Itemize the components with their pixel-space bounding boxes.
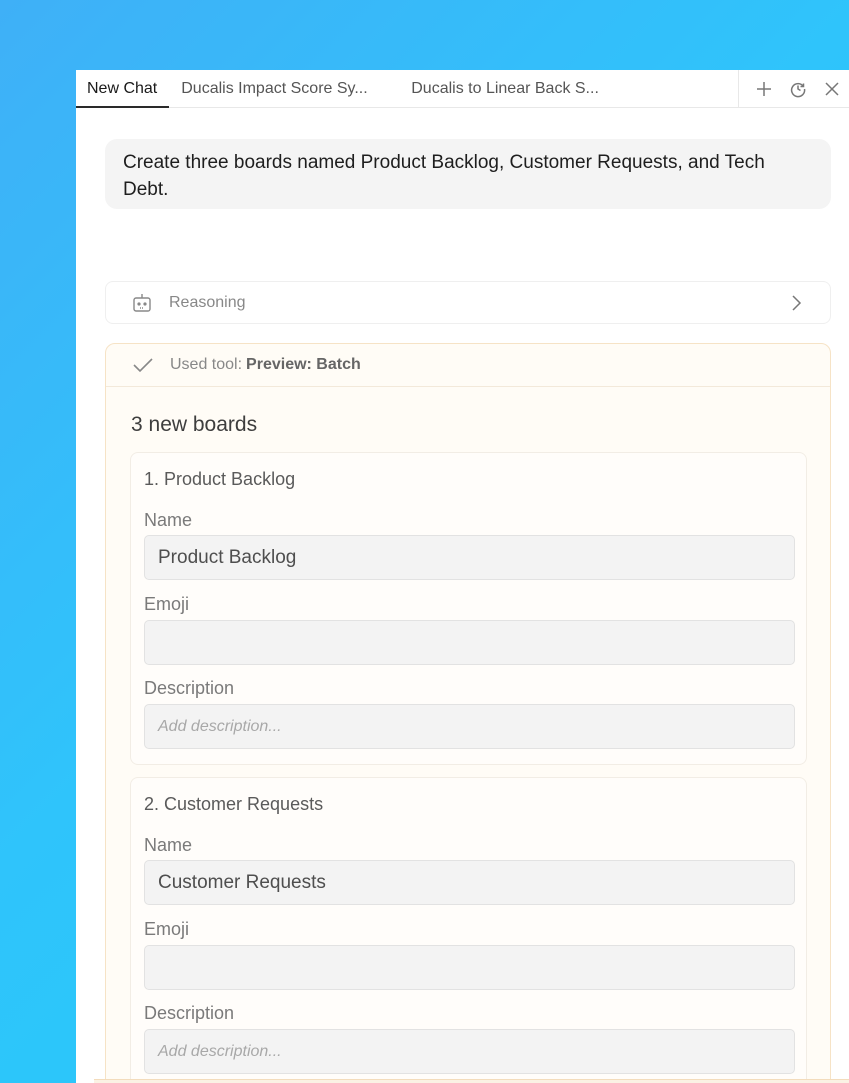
close-icon: [825, 82, 839, 96]
tab-new-chat[interactable]: New Chat: [76, 70, 170, 108]
next-card-edge: [94, 1079, 849, 1083]
name-label: Name: [144, 510, 193, 530]
emoji-field[interactable]: [144, 945, 795, 990]
user-message: Create three boards named Product Backlo…: [105, 139, 831, 209]
tool-prefix: Used tool:: [170, 356, 243, 373]
boards-title: 3 new boards: [131, 413, 258, 436]
close-button[interactable]: [815, 72, 849, 106]
history-icon: [790, 82, 806, 98]
emoji-label: Emoji: [144, 919, 190, 939]
board-card: 2. Customer Requests Name Customer Reque…: [130, 777, 807, 1083]
description-field[interactable]: Add description...: [144, 704, 795, 749]
tab-ducalis-impact-score[interactable]: Ducalis Impact Score Sy...: [169, 70, 399, 107]
tab-label: New Chat: [87, 79, 158, 97]
description-label: Description: [144, 678, 235, 698]
emoji-label: Emoji: [144, 594, 190, 614]
board-heading: 2. Customer Requests: [144, 794, 324, 814]
tool-result-card: Used tool: Preview: Batch 3 new boards 1…: [105, 343, 831, 1083]
new-chat-button[interactable]: [747, 72, 781, 106]
board-heading: 1. Product Backlog: [144, 469, 296, 489]
reasoning-label: Reasoning: [169, 293, 246, 311]
tab-bar: New Chat Ducalis Impact Score Sy... Duca…: [76, 70, 849, 108]
tab-label: Ducalis Impact Score Sy...: [181, 79, 368, 97]
chevron-right-icon: [792, 295, 802, 311]
tool-name: Preview: Batch: [246, 356, 361, 373]
name-label: Name: [144, 835, 193, 855]
check-icon: [133, 358, 153, 373]
reasoning-toggle[interactable]: Reasoning: [105, 281, 831, 324]
tab-ducalis-to-linear[interactable]: Ducalis to Linear Back S...: [399, 70, 614, 107]
tool-header[interactable]: Used tool: Preview: Batch: [106, 344, 830, 387]
tab-label: Ducalis to Linear Back S...: [411, 79, 599, 97]
description-label: Description: [144, 1003, 235, 1023]
name-field[interactable]: Customer Requests: [144, 860, 795, 905]
board-card: 1. Product Backlog Name Product Backlog …: [130, 452, 807, 765]
history-button[interactable]: [781, 72, 815, 106]
plus-icon: [757, 82, 771, 96]
chat-window: New Chat Ducalis Impact Score Sy... Duca…: [76, 70, 849, 1083]
description-field[interactable]: Add description...: [144, 1029, 795, 1074]
tab-actions: [738, 70, 849, 108]
name-field[interactable]: Product Backlog: [144, 535, 795, 580]
emoji-field[interactable]: [144, 620, 795, 665]
robot-icon: [133, 293, 151, 312]
